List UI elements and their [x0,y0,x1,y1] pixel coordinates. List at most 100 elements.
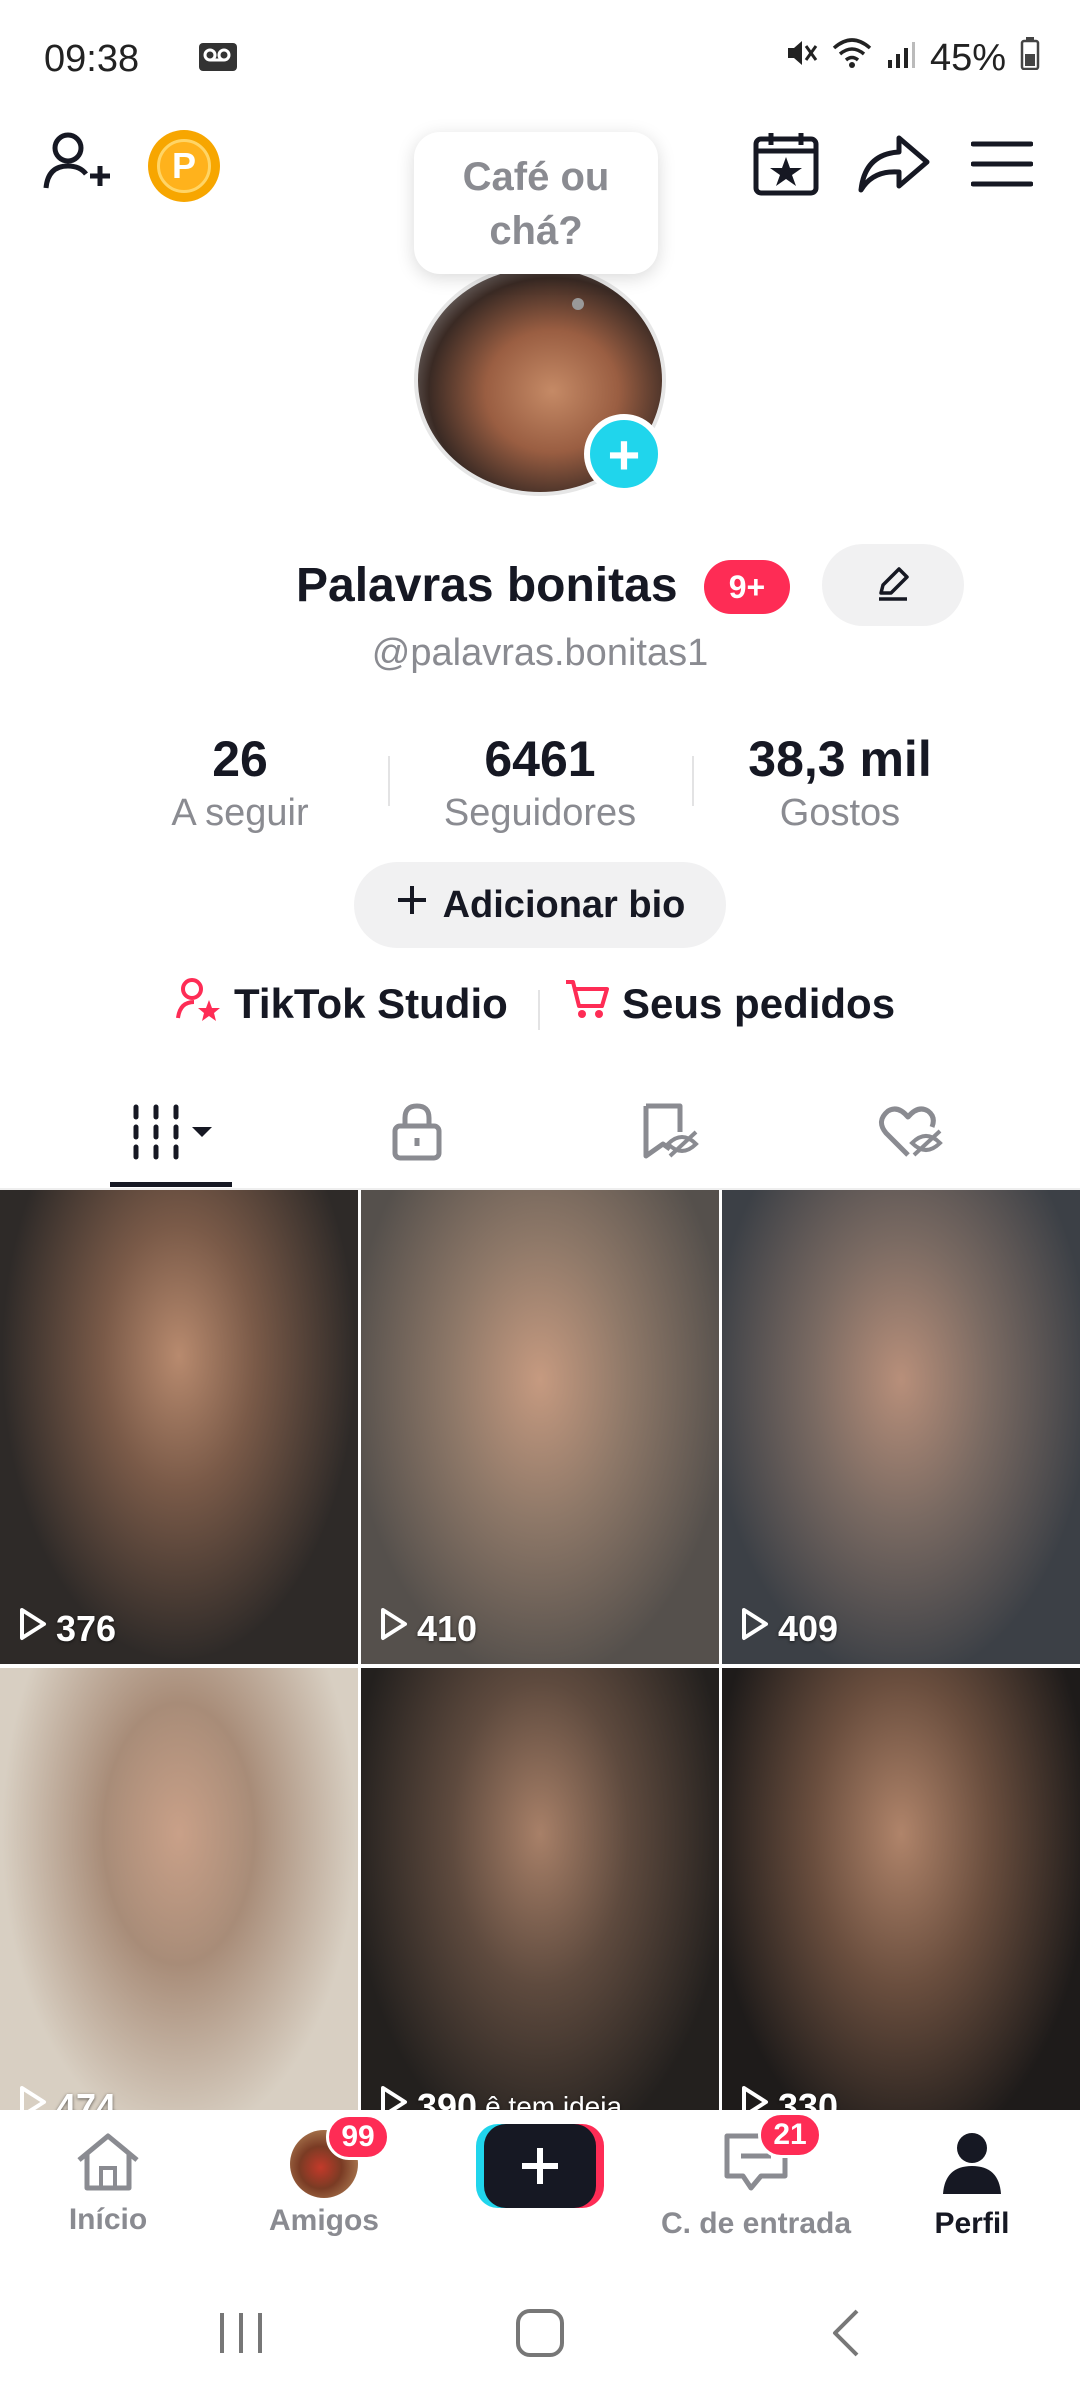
tab-liked[interactable] [776,1080,1046,1188]
note-bubble-tail [572,298,584,310]
play-icon [379,2085,409,2110]
play-icon [740,1607,770,1650]
profile-person-icon [941,2130,1003,2201]
notification-badge[interactable]: 9+ [704,560,790,614]
link-divider [538,990,540,1030]
view-count-value: 409 [778,1607,839,1649]
status-bar: 09:38 45% [0,0,1080,120]
hamburger-menu-icon [970,138,1034,195]
nav-home-label: Início [68,2203,148,2236]
status-time: 09:38 [44,38,140,80]
stat-followers-value: 6461 [484,731,596,787]
share-button[interactable] [852,126,936,206]
stat-likes[interactable]: 38,3 mil Gostos [710,730,970,835]
edit-profile-button[interactable] [822,544,964,626]
active-tab-indicator [110,1182,232,1187]
heart-hidden-icon [878,1103,944,1166]
video-thumbnail[interactable]: 410 [361,1190,719,1664]
menu-button[interactable] [962,126,1042,206]
video-thumbnail[interactable]: 330 [722,1668,1080,2110]
video-thumbnail[interactable]: 474 [0,1668,358,2110]
bookmark-hidden-icon [638,1102,700,1167]
stat-following-value: 26 [212,731,268,787]
play-icon [18,1607,48,1650]
view-count: 410 [379,1607,477,1650]
wifi-icon [832,36,872,80]
coins-button[interactable]: P [148,130,220,202]
profile-links: TikTok Studio Seus pedidos [0,976,1080,1046]
view-count: 474 [18,2085,116,2110]
stat-likes-value: 38,3 mil [748,731,932,787]
view-count-value: 376 [56,1607,117,1649]
lock-icon [391,1102,443,1167]
plus-icon [395,883,429,927]
calendar-star-icon [751,129,821,204]
nav-profile-label: Perfil [934,2207,1010,2240]
view-count-value: 474 [56,2085,117,2111]
back-button[interactable] [800,2290,890,2380]
grid-dropdown-icon [130,1103,220,1166]
recent-apps-icon [216,2309,266,2362]
add-user-icon [40,126,112,203]
friends-badge: 99 [326,2114,390,2160]
view-count: 376 [18,1607,116,1650]
nav-create[interactable] [432,2110,648,2240]
view-count-value: 390 [417,2085,478,2111]
plus-icon: + [607,422,641,486]
stat-divider [692,756,694,806]
view-count-value: 410 [417,1607,478,1649]
tab-favorites[interactable] [534,1080,804,1188]
profile-tabs [0,1080,1080,1190]
add-bio-label: Adicionar bio [442,883,686,926]
tiktok-studio-label: TikTok Studio [234,980,508,1027]
video-grid: 376 410 409 474 390 ê tem ideia 330 [0,1190,1080,2110]
orders-link[interactable]: Seus pedidos [564,976,895,1032]
calendar-button[interactable] [746,126,826,206]
profile-name: Palavras bonitas [296,559,678,612]
system-nav-bar [0,2280,1080,2400]
add-story-button[interactable]: + [584,414,664,494]
note-bubble[interactable]: Café ou chá? [414,132,658,274]
nav-friends[interactable]: Amigos 99 [216,2110,432,2240]
play-icon [379,1607,409,1650]
tab-private[interactable] [282,1080,552,1188]
profile-stats: 26 A seguir 6461 Seguidores 38,3 mil Gos… [110,730,970,840]
voicemail-icon [198,42,238,77]
stat-followers-label: Seguidores [443,792,637,834]
play-icon [740,2085,770,2110]
home-icon [73,2130,143,2197]
stat-following-label: A seguir [171,792,309,834]
create-button-face [484,2124,596,2208]
add-friend-button[interactable] [36,124,116,204]
view-count: 390 ê tem ideia [379,2085,622,2110]
back-chevron-icon [827,2307,863,2364]
nav-inbox[interactable]: C. de entrada 21 [648,2110,864,2240]
stat-following[interactable]: 26 A seguir [110,730,370,835]
add-bio-button[interactable]: Adicionar bio [354,862,726,948]
nav-friends-label: Amigos [268,2204,379,2237]
cart-icon [564,976,610,1032]
status-right: 45% [784,36,1040,80]
view-count: 409 [740,1607,838,1650]
inbox-badge: 21 [758,2112,822,2158]
stat-followers[interactable]: 6461 Seguidores [410,730,670,835]
video-thumbnail[interactable]: 390 ê tem ideia [361,1668,719,2110]
stat-divider [388,756,390,806]
signal-icon [886,37,916,80]
nav-profile[interactable]: Perfil [864,2110,1080,2240]
mute-icon [784,36,818,80]
nav-inbox-label: C. de entrada [660,2207,852,2240]
recent-apps-button[interactable] [196,2290,286,2380]
tab-videos[interactable] [40,1080,310,1188]
pencil-icon [873,563,913,608]
nav-home[interactable]: Início [0,2110,216,2240]
home-button[interactable] [495,2290,585,2380]
bottom-nav: Início Amigos 99 C. de entrada 21 Perfil [0,2110,1080,2260]
battery-percent: 45% [929,36,1006,79]
video-caption: ê tem ideia [485,2090,623,2111]
video-thumbnail[interactable]: 376 [0,1190,358,1664]
plus-icon [522,2148,558,2184]
video-thumbnail[interactable]: 409 [722,1190,1080,1664]
orders-label: Seus pedidos [622,980,896,1027]
tiktok-studio-link[interactable]: TikTok Studio [176,976,508,1032]
